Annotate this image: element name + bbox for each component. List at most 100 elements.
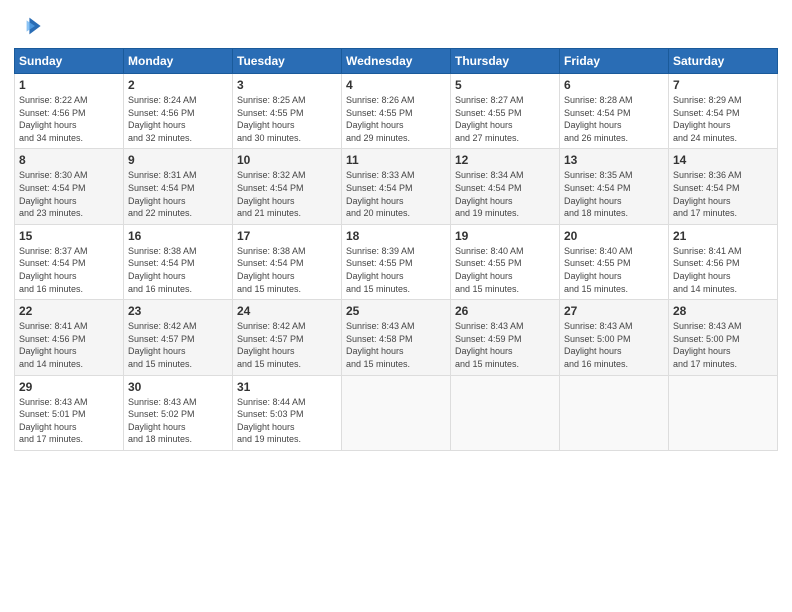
calendar-cell: 18 Sunrise: 8:39 AMSunset: 4:55 PMDaylig… — [342, 224, 451, 299]
cell-info: Sunrise: 8:26 AMSunset: 4:55 PMDaylight … — [346, 95, 415, 143]
day-number: 10 — [237, 153, 337, 167]
day-number: 1 — [19, 78, 119, 92]
cell-info: Sunrise: 8:42 AMSunset: 4:57 PMDaylight … — [128, 321, 197, 369]
calendar-cell: 13 Sunrise: 8:35 AMSunset: 4:54 PMDaylig… — [560, 149, 669, 224]
calendar-cell — [560, 375, 669, 450]
cell-info: Sunrise: 8:38 AMSunset: 4:54 PMDaylight … — [128, 246, 197, 294]
day-number: 18 — [346, 229, 446, 243]
day-number: 16 — [128, 229, 228, 243]
calendar-cell: 20 Sunrise: 8:40 AMSunset: 4:55 PMDaylig… — [560, 224, 669, 299]
calendar-cell: 8 Sunrise: 8:30 AMSunset: 4:54 PMDayligh… — [15, 149, 124, 224]
cell-info: Sunrise: 8:29 AMSunset: 4:54 PMDaylight … — [673, 95, 742, 143]
logo-icon — [14, 12, 42, 40]
calendar-cell: 7 Sunrise: 8:29 AMSunset: 4:54 PMDayligh… — [669, 74, 778, 149]
calendar-table: Sunday Monday Tuesday Wednesday Thursday… — [14, 48, 778, 451]
day-number: 24 — [237, 304, 337, 318]
cell-info: Sunrise: 8:36 AMSunset: 4:54 PMDaylight … — [673, 170, 742, 218]
cell-info: Sunrise: 8:31 AMSunset: 4:54 PMDaylight … — [128, 170, 197, 218]
cell-info: Sunrise: 8:43 AMSunset: 4:58 PMDaylight … — [346, 321, 415, 369]
cell-info: Sunrise: 8:22 AMSunset: 4:56 PMDaylight … — [19, 95, 88, 143]
cell-info: Sunrise: 8:43 AMSunset: 4:59 PMDaylight … — [455, 321, 524, 369]
page-header — [14, 12, 778, 40]
calendar-cell: 11 Sunrise: 8:33 AMSunset: 4:54 PMDaylig… — [342, 149, 451, 224]
cell-info: Sunrise: 8:33 AMSunset: 4:54 PMDaylight … — [346, 170, 415, 218]
calendar-cell: 17 Sunrise: 8:38 AMSunset: 4:54 PMDaylig… — [233, 224, 342, 299]
calendar-cell: 25 Sunrise: 8:43 AMSunset: 4:58 PMDaylig… — [342, 300, 451, 375]
day-number: 8 — [19, 153, 119, 167]
day-number: 3 — [237, 78, 337, 92]
day-number: 30 — [128, 380, 228, 394]
calendar-cell: 31 Sunrise: 8:44 AMSunset: 5:03 PMDaylig… — [233, 375, 342, 450]
cell-info: Sunrise: 8:25 AMSunset: 4:55 PMDaylight … — [237, 95, 306, 143]
calendar-cell — [451, 375, 560, 450]
cell-info: Sunrise: 8:28 AMSunset: 4:54 PMDaylight … — [564, 95, 633, 143]
calendar-cell: 3 Sunrise: 8:25 AMSunset: 4:55 PMDayligh… — [233, 74, 342, 149]
calendar-cell: 26 Sunrise: 8:43 AMSunset: 4:59 PMDaylig… — [451, 300, 560, 375]
day-number: 26 — [455, 304, 555, 318]
cell-info: Sunrise: 8:34 AMSunset: 4:54 PMDaylight … — [455, 170, 524, 218]
day-number: 17 — [237, 229, 337, 243]
day-number: 14 — [673, 153, 773, 167]
cell-info: Sunrise: 8:39 AMSunset: 4:55 PMDaylight … — [346, 246, 415, 294]
cell-info: Sunrise: 8:24 AMSunset: 4:56 PMDaylight … — [128, 95, 197, 143]
day-number: 5 — [455, 78, 555, 92]
cell-info: Sunrise: 8:42 AMSunset: 4:57 PMDaylight … — [237, 321, 306, 369]
cell-info: Sunrise: 8:40 AMSunset: 4:55 PMDaylight … — [564, 246, 633, 294]
day-number: 9 — [128, 153, 228, 167]
day-number: 27 — [564, 304, 664, 318]
cell-info: Sunrise: 8:40 AMSunset: 4:55 PMDaylight … — [455, 246, 524, 294]
day-number: 23 — [128, 304, 228, 318]
calendar-cell: 22 Sunrise: 8:41 AMSunset: 4:56 PMDaylig… — [15, 300, 124, 375]
calendar-week-row: 8 Sunrise: 8:30 AMSunset: 4:54 PMDayligh… — [15, 149, 778, 224]
day-number: 28 — [673, 304, 773, 318]
calendar-cell: 9 Sunrise: 8:31 AMSunset: 4:54 PMDayligh… — [124, 149, 233, 224]
cell-info: Sunrise: 8:27 AMSunset: 4:55 PMDaylight … — [455, 95, 524, 143]
day-number: 29 — [19, 380, 119, 394]
cell-info: Sunrise: 8:30 AMSunset: 4:54 PMDaylight … — [19, 170, 88, 218]
cell-info: Sunrise: 8:38 AMSunset: 4:54 PMDaylight … — [237, 246, 306, 294]
calendar-cell: 14 Sunrise: 8:36 AMSunset: 4:54 PMDaylig… — [669, 149, 778, 224]
calendar-cell: 21 Sunrise: 8:41 AMSunset: 4:56 PMDaylig… — [669, 224, 778, 299]
col-wednesday: Wednesday — [342, 49, 451, 74]
day-number: 19 — [455, 229, 555, 243]
day-number: 21 — [673, 229, 773, 243]
calendar-cell: 24 Sunrise: 8:42 AMSunset: 4:57 PMDaylig… — [233, 300, 342, 375]
cell-info: Sunrise: 8:43 AMSunset: 5:02 PMDaylight … — [128, 397, 197, 445]
col-monday: Monday — [124, 49, 233, 74]
cell-info: Sunrise: 8:44 AMSunset: 5:03 PMDaylight … — [237, 397, 306, 445]
cell-info: Sunrise: 8:37 AMSunset: 4:54 PMDaylight … — [19, 246, 88, 294]
col-sunday: Sunday — [15, 49, 124, 74]
calendar-cell: 19 Sunrise: 8:40 AMSunset: 4:55 PMDaylig… — [451, 224, 560, 299]
cell-info: Sunrise: 8:43 AMSunset: 5:00 PMDaylight … — [564, 321, 633, 369]
day-number: 7 — [673, 78, 773, 92]
calendar-week-row: 29 Sunrise: 8:43 AMSunset: 5:01 PMDaylig… — [15, 375, 778, 450]
calendar-cell: 10 Sunrise: 8:32 AMSunset: 4:54 PMDaylig… — [233, 149, 342, 224]
calendar-cell: 1 Sunrise: 8:22 AMSunset: 4:56 PMDayligh… — [15, 74, 124, 149]
calendar-week-row: 15 Sunrise: 8:37 AMSunset: 4:54 PMDaylig… — [15, 224, 778, 299]
calendar-cell: 2 Sunrise: 8:24 AMSunset: 4:56 PMDayligh… — [124, 74, 233, 149]
calendar-cell: 12 Sunrise: 8:34 AMSunset: 4:54 PMDaylig… — [451, 149, 560, 224]
col-saturday: Saturday — [669, 49, 778, 74]
calendar-week-row: 1 Sunrise: 8:22 AMSunset: 4:56 PMDayligh… — [15, 74, 778, 149]
calendar-cell: 5 Sunrise: 8:27 AMSunset: 4:55 PMDayligh… — [451, 74, 560, 149]
day-number: 22 — [19, 304, 119, 318]
calendar-cell: 6 Sunrise: 8:28 AMSunset: 4:54 PMDayligh… — [560, 74, 669, 149]
col-friday: Friday — [560, 49, 669, 74]
col-thursday: Thursday — [451, 49, 560, 74]
day-number: 31 — [237, 380, 337, 394]
cell-info: Sunrise: 8:41 AMSunset: 4:56 PMDaylight … — [673, 246, 742, 294]
logo — [14, 12, 46, 40]
cell-info: Sunrise: 8:35 AMSunset: 4:54 PMDaylight … — [564, 170, 633, 218]
day-number: 12 — [455, 153, 555, 167]
calendar-cell — [342, 375, 451, 450]
calendar-cell: 15 Sunrise: 8:37 AMSunset: 4:54 PMDaylig… — [15, 224, 124, 299]
calendar-cell: 16 Sunrise: 8:38 AMSunset: 4:54 PMDaylig… — [124, 224, 233, 299]
calendar-cell: 27 Sunrise: 8:43 AMSunset: 5:00 PMDaylig… — [560, 300, 669, 375]
header-row: Sunday Monday Tuesday Wednesday Thursday… — [15, 49, 778, 74]
calendar-cell: 23 Sunrise: 8:42 AMSunset: 4:57 PMDaylig… — [124, 300, 233, 375]
calendar-cell: 4 Sunrise: 8:26 AMSunset: 4:55 PMDayligh… — [342, 74, 451, 149]
day-number: 15 — [19, 229, 119, 243]
cell-info: Sunrise: 8:43 AMSunset: 5:00 PMDaylight … — [673, 321, 742, 369]
day-number: 2 — [128, 78, 228, 92]
day-number: 6 — [564, 78, 664, 92]
